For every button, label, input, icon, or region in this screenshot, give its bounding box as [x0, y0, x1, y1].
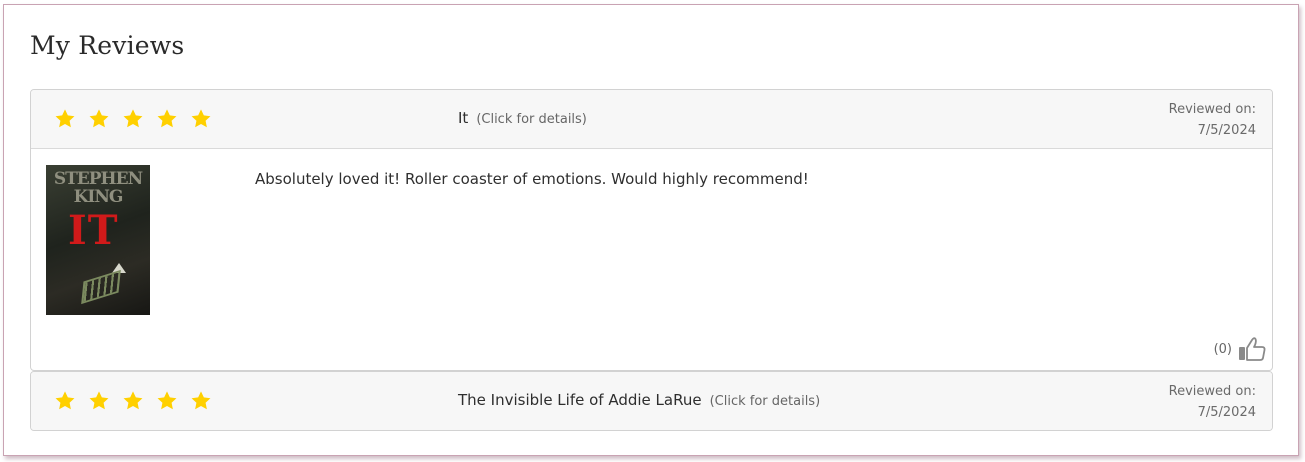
review-header[interactable]: The Invisible Life of Addie LaRue (Click… [31, 372, 1272, 430]
star-icon [191, 391, 211, 410]
details-link[interactable]: (Click for details) [476, 112, 587, 127]
reviewed-date: 7/5/2024 [1197, 123, 1256, 138]
like-count: (0) [1213, 341, 1232, 357]
book-title[interactable]: The Invisible Life of Addie LaRue [458, 391, 702, 409]
book-title[interactable]: It [458, 109, 468, 127]
like-control: (0) [1214, 336, 1266, 362]
star-icon [157, 109, 177, 128]
star-icon [123, 109, 143, 128]
reviewed-label: Reviewed on: [1168, 384, 1256, 399]
cover-author-first: STEPHEN [53, 169, 143, 189]
page-title: My Reviews [30, 31, 185, 60]
review-text: Absolutely loved it! Roller coaster of e… [255, 170, 809, 188]
reviewed-on: Reviewed on: 7/5/2024 [1169, 381, 1256, 423]
star-icon [123, 391, 143, 410]
reviewed-on: Reviewed on: 7/5/2024 [1169, 99, 1256, 141]
review-card: It (Click for details) Reviewed on: 7/5/… [30, 89, 1273, 371]
book-cover[interactable]: STEPHEN KING IT [46, 165, 150, 315]
book-title-group[interactable]: The Invisible Life of Addie LaRue (Click… [458, 391, 820, 409]
review-card: The Invisible Life of Addie LaRue (Click… [30, 371, 1273, 431]
review-header[interactable]: It (Click for details) Reviewed on: 7/5/… [31, 90, 1272, 149]
star-icon [191, 109, 211, 128]
star-icon [89, 391, 109, 410]
star-icon [55, 391, 75, 410]
book-title-group[interactable]: It (Click for details) [458, 109, 587, 127]
review-body: STEPHEN KING IT Absolutely loved it! Rol… [31, 149, 1272, 370]
reviewed-date: 7/5/2024 [1197, 405, 1256, 420]
star-rating [53, 108, 213, 130]
star-icon [157, 391, 177, 410]
cover-author-last: KING [73, 187, 124, 207]
star-icon [89, 109, 109, 128]
details-link[interactable]: (Click for details) [710, 394, 821, 409]
star-rating [53, 390, 213, 412]
reviewed-label: Reviewed on: [1168, 102, 1256, 117]
storm-drain-image [81, 269, 121, 305]
thumbs-up-icon[interactable] [1238, 336, 1266, 362]
cover-title: IT [68, 207, 119, 254]
star-icon [55, 109, 75, 128]
reviews-panel: My Reviews It (Click for details) Review… [3, 4, 1299, 456]
